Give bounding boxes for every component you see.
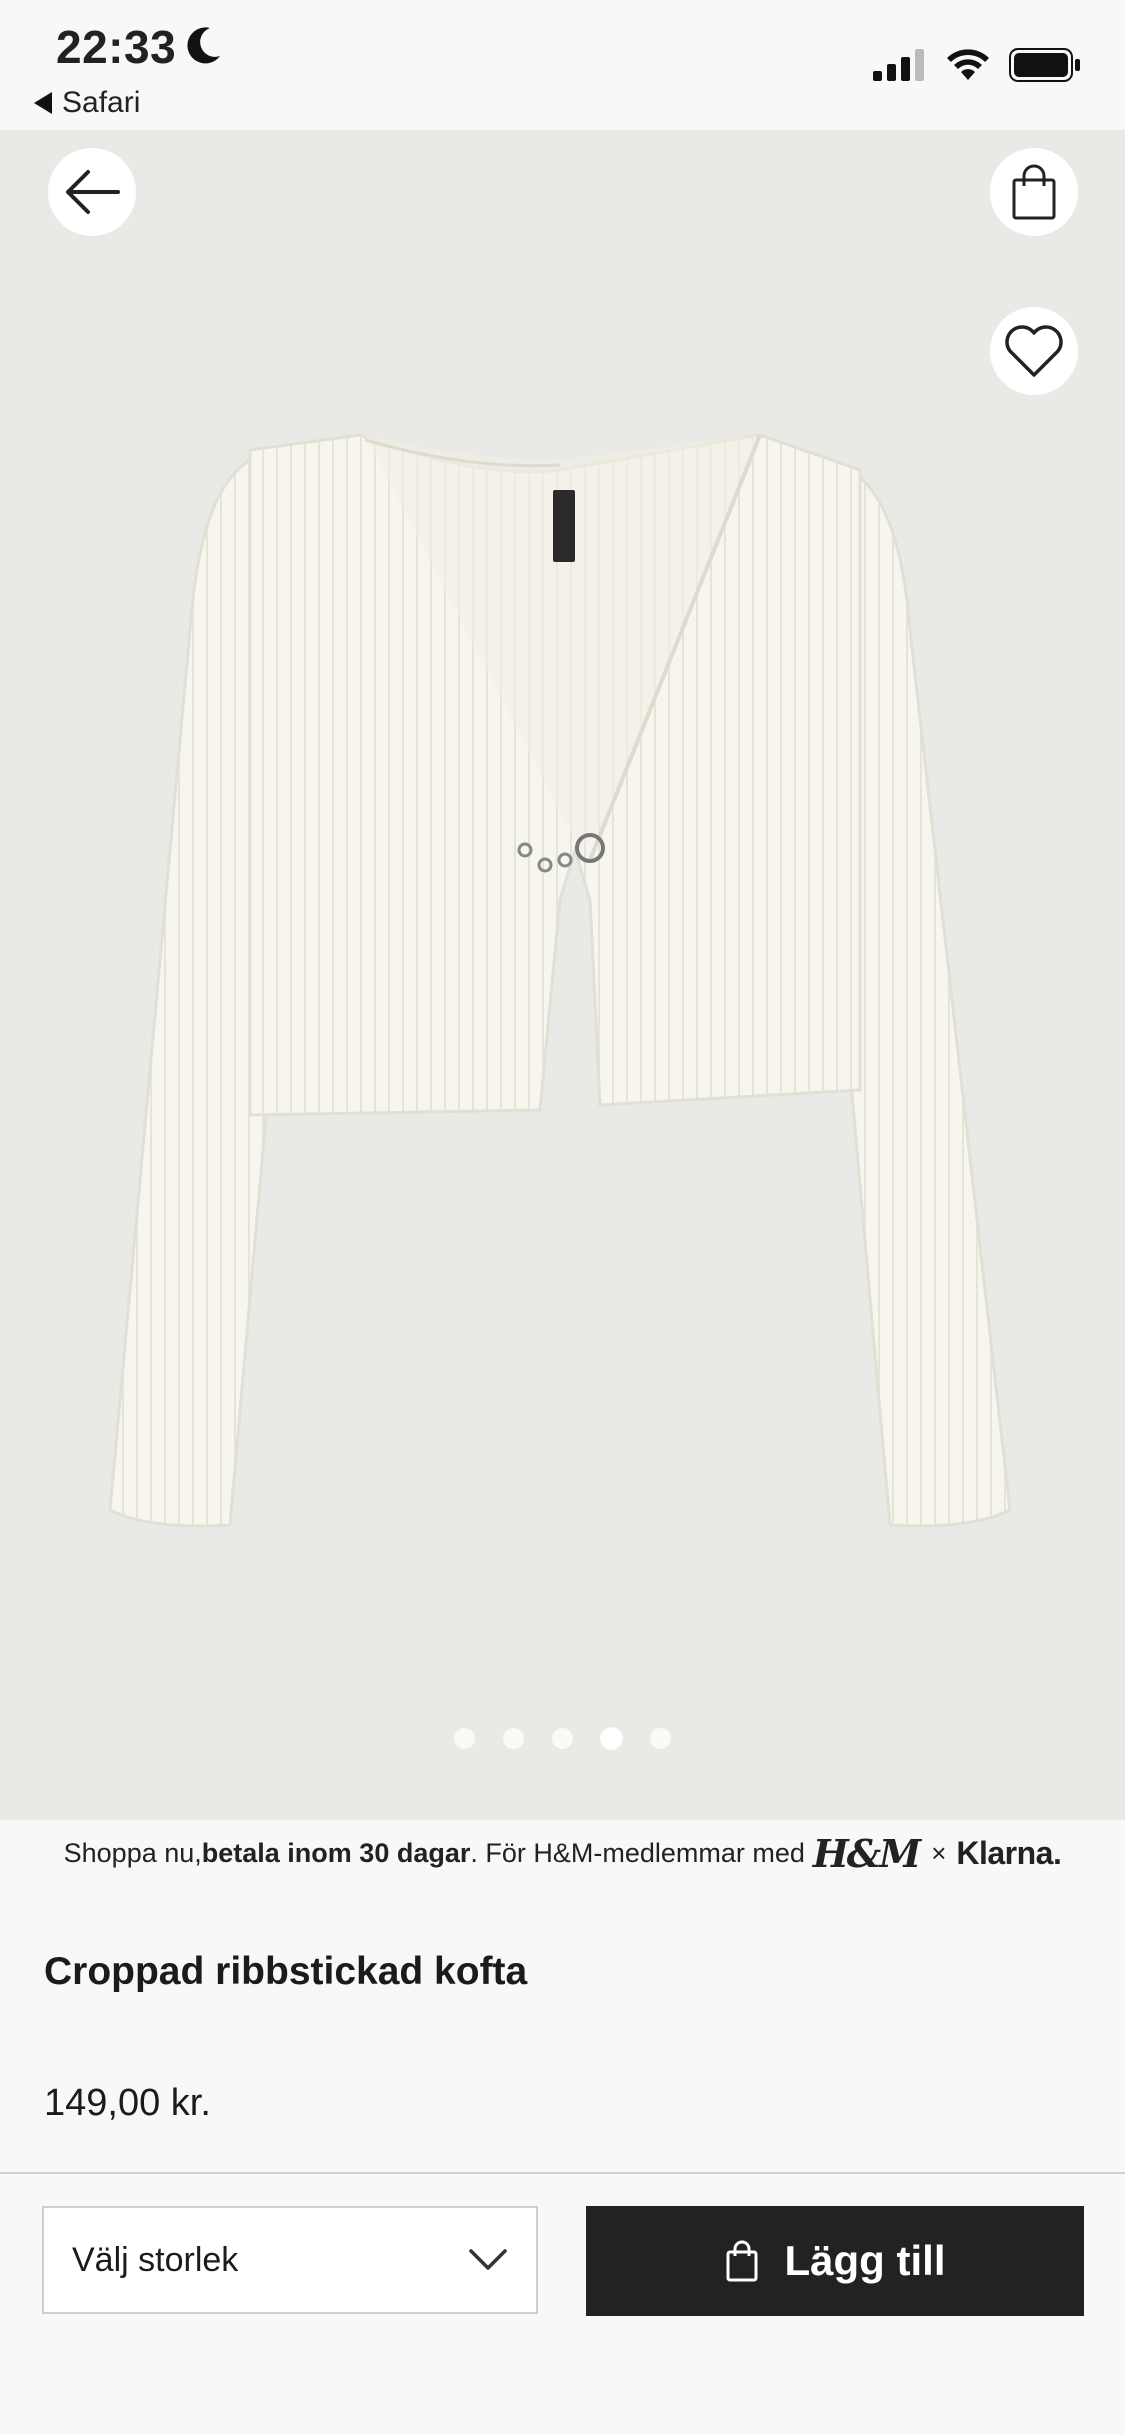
hm-logo: H&M	[812, 1830, 921, 1876]
carousel-dot-active[interactable]	[601, 1728, 622, 1749]
size-select-label: Välj storlek	[72, 2240, 239, 2279]
add-to-cart-button[interactable]: Lägg till	[586, 2206, 1084, 2316]
back-to-safari[interactable]: Safari	[34, 86, 140, 120]
carousel-dot[interactable]	[454, 1728, 475, 1749]
cart-button[interactable]	[990, 148, 1078, 236]
battery-icon	[1009, 48, 1080, 82]
product-price: 149,00 kr.	[44, 2082, 211, 2124]
product-title: Croppad ribbstickad kofta	[44, 1950, 528, 1993]
divider	[0, 2172, 1125, 2174]
klarna-banner[interactable]: Shoppa nu, betala inom 30 dagar . För H&…	[0, 1820, 1125, 1886]
status-bar: 22:33 Safari	[0, 0, 1125, 130]
wifi-icon	[947, 49, 989, 80]
favorite-button[interactable]	[990, 307, 1078, 395]
carousel-dot[interactable]	[552, 1728, 573, 1749]
carousel-dot[interactable]	[650, 1728, 671, 1749]
times-symbol: ×	[931, 1837, 947, 1868]
carousel-indicators[interactable]	[0, 1728, 1125, 1749]
klarna-text-2: . För H&M-medlemmar med	[470, 1837, 805, 1868]
back-button[interactable]	[48, 148, 136, 236]
shopping-bag-icon	[726, 2240, 757, 2282]
size-select[interactable]: Välj storlek	[42, 2206, 538, 2314]
back-app-label: Safari	[62, 86, 141, 119]
carousel-dot[interactable]	[503, 1728, 524, 1749]
add-to-cart-label: Lägg till	[784, 2237, 946, 2284]
cardigan-image	[108, 433, 1012, 1528]
klarna-text-bold: betala inom 30 dagar	[201, 1837, 471, 1868]
back-arrow-icon	[66, 170, 120, 214]
product-image[interactable]	[0, 130, 1125, 1820]
moon-icon	[187, 27, 220, 64]
system-icons	[873, 48, 1081, 82]
heart-icon	[1005, 325, 1063, 377]
klarna-text-1: Shoppa nu,	[63, 1837, 202, 1868]
shopping-bag-icon	[1012, 164, 1056, 220]
klarna-logo: Klarna.	[956, 1834, 1062, 1871]
chevron-down-icon	[469, 2249, 507, 2270]
back-triangle-icon	[34, 92, 52, 114]
status-time: 22:33	[56, 21, 177, 73]
cellular-signal-icon	[873, 49, 924, 81]
